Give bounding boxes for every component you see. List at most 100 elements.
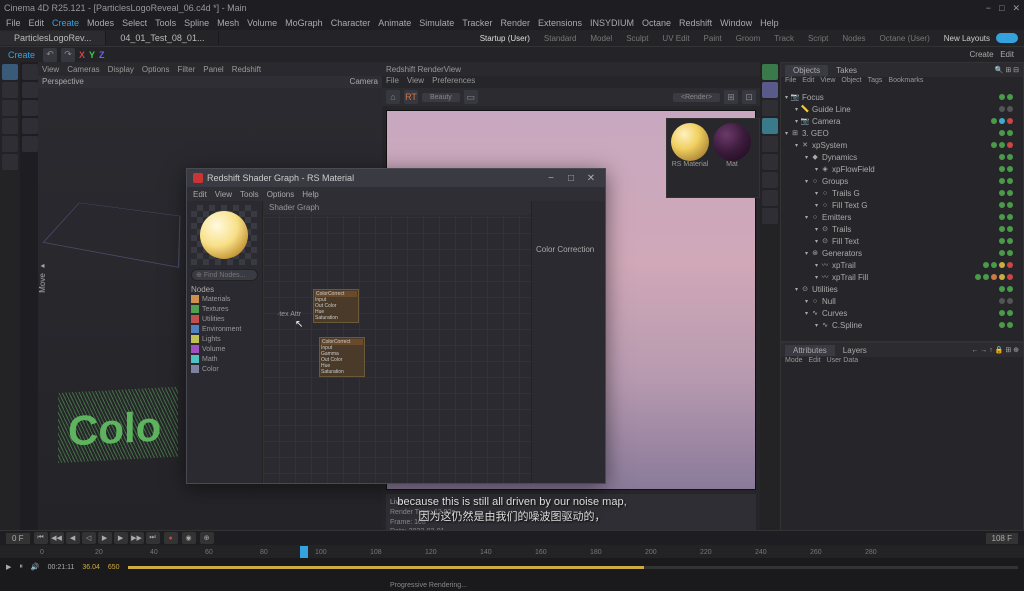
menu-help[interactable]: Help (760, 18, 779, 28)
obj-search-icon[interactable]: 🔍 ⊞ ⊟ (995, 66, 1019, 74)
axis-y-icon[interactable]: Y (89, 50, 95, 60)
tool-b[interactable] (2, 154, 18, 170)
layout-tab[interactable]: Octane (User) (874, 33, 936, 44)
undo-button[interactable]: ↶ (43, 48, 57, 62)
field-icon[interactable] (762, 136, 778, 152)
prev-key-button[interactable]: ◀◀ (50, 532, 64, 544)
deformer-icon[interactable] (762, 154, 778, 170)
doc-tab-active[interactable]: ParticlesLogoRev... (0, 31, 106, 45)
layout-tab[interactable]: Nodes (836, 33, 871, 44)
rv-aov-select[interactable]: Beauty (422, 93, 460, 102)
camera-icon[interactable] (762, 190, 778, 206)
menu-character[interactable]: Character (331, 18, 371, 28)
spline-primitive-icon[interactable] (762, 82, 778, 98)
object-row[interactable]: ▾⊙Utilities (783, 283, 1021, 295)
menu-volume[interactable]: Volume (247, 18, 277, 28)
rv-snap-icon[interactable]: ⊞ (724, 90, 738, 104)
autokey-button[interactable]: ◉ (182, 532, 196, 544)
scale-tool[interactable] (2, 100, 18, 116)
material-preview[interactable] (191, 205, 257, 265)
object-row[interactable]: ▾✕xpSystem (783, 139, 1021, 151)
menu-file[interactable]: File (6, 18, 21, 28)
move-tool[interactable] (2, 82, 18, 98)
object-row[interactable]: ▾○Fill Text G (783, 199, 1021, 211)
layout-tab[interactable]: Model (584, 33, 618, 44)
playhead[interactable] (300, 546, 308, 558)
shader-node-1[interactable]: ColorCorrect InputOut ColorHueSaturation (313, 289, 359, 323)
menu-redshift[interactable]: Redshift (679, 18, 712, 28)
material-ball-2[interactable] (713, 123, 751, 161)
goto-end-button[interactable]: ⏭ (146, 532, 160, 544)
minimize-icon[interactable]: − (986, 3, 991, 14)
material-ball-1[interactable] (671, 123, 709, 161)
generator-icon[interactable] (762, 100, 778, 116)
menu-render[interactable]: Render (500, 18, 530, 28)
object-row[interactable]: ▾📷Camera (783, 115, 1021, 127)
key-pos-button[interactable]: ⊕ (200, 532, 214, 544)
object-row[interactable]: ▾📏Guide Line (783, 103, 1021, 115)
object-row[interactable]: ▾○Emitters (783, 211, 1021, 223)
dialog-close[interactable]: ✕ (583, 171, 599, 185)
node-search-input[interactable]: ⊕ Find Nodes... (191, 269, 258, 281)
menu-edit[interactable]: Edit (29, 18, 45, 28)
play-icon[interactable]: ▶ (6, 563, 11, 571)
menu-window[interactable]: Window (720, 18, 752, 28)
live-select-tool[interactable] (2, 64, 18, 80)
object-row[interactable]: ▾⊙Trails (783, 223, 1021, 235)
takes-tab[interactable]: Takes (828, 65, 865, 76)
attr-icons[interactable]: ← → ↑ 🔒 ⊞ ⊕ (971, 346, 1019, 354)
redo-button[interactable]: ↷ (61, 48, 75, 62)
menu-modes[interactable]: Modes (87, 18, 114, 28)
object-row[interactable]: ▾⊛Generators (783, 247, 1021, 259)
menu-mograph[interactable]: MoGraph (285, 18, 323, 28)
menu-create[interactable]: Create (52, 18, 79, 28)
menu-animate[interactable]: Animate (378, 18, 411, 28)
menu-tools[interactable]: Tools (155, 18, 176, 28)
object-row[interactable]: ▾◆Dynamics (783, 151, 1021, 163)
rotate-tool[interactable] (2, 118, 18, 134)
layout-tab[interactable]: Groom (730, 33, 766, 44)
next-key-button[interactable]: ▶▶ (130, 532, 144, 544)
pause-icon[interactable]: ⏸ (19, 563, 23, 571)
goto-start-button[interactable]: ⏮ (34, 532, 48, 544)
rv-wire-icon[interactable]: ⊡ (742, 90, 756, 104)
menu-simulate[interactable]: Simulate (419, 18, 454, 28)
rv-region-icon[interactable]: ▭ (464, 90, 478, 104)
tool-a[interactable] (2, 136, 18, 152)
menu-octane[interactable]: Octane (642, 18, 671, 28)
object-tree[interactable]: ▾📷Focus▾📏Guide Line▾📷Camera▾⊞3. GEO▾✕xpS… (781, 89, 1023, 333)
object-row[interactable]: ▾○Null (783, 295, 1021, 307)
object-row[interactable]: ▾📷Focus (783, 91, 1021, 103)
point-mode[interactable] (22, 82, 38, 98)
frame-start-input[interactable]: 0 F (6, 533, 30, 544)
shader-node-2[interactable]: ColorCorrect InputGammaOut ColorHueSatur… (319, 337, 365, 377)
cube-primitive-icon[interactable] (762, 64, 778, 80)
rv-rt-button[interactable]: RT (404, 90, 418, 104)
object-row[interactable]: ▾⊞3. GEO (783, 127, 1021, 139)
layout-tab[interactable]: Script (802, 33, 834, 44)
prev-frame-button[interactable]: ◀ (66, 532, 80, 544)
object-row[interactable]: ▾⊙Fill Text (783, 235, 1021, 247)
menu-insydium[interactable]: INSYDIUM (590, 18, 634, 28)
edge-mode[interactable] (22, 100, 38, 116)
object-row[interactable]: ▾∿Curves (783, 307, 1021, 319)
layout-tab[interactable]: Standard (538, 33, 582, 44)
tag-icon[interactable] (762, 208, 778, 224)
layout-tab[interactable]: Startup (User) (474, 33, 536, 44)
rv-camera-select[interactable]: <Render> (673, 93, 720, 102)
menu-select[interactable]: Select (122, 18, 147, 28)
play-button[interactable]: ▶ (98, 532, 112, 544)
object-row[interactable]: ▾〰xpTrail Fill (783, 271, 1021, 283)
doc-tab[interactable]: 04_01_Test_08_01... (106, 31, 219, 45)
light-icon[interactable] (762, 172, 778, 188)
close-icon[interactable]: ✕ (1012, 3, 1020, 14)
object-row[interactable]: ▾◈xpFlowField (783, 163, 1021, 175)
frame-current-input[interactable]: 108 F (986, 533, 1018, 544)
object-row[interactable]: ▾〰xpTrail (783, 259, 1021, 271)
dialog-minimize[interactable]: − (543, 171, 559, 185)
menu-tracker[interactable]: Tracker (462, 18, 492, 28)
text-icon[interactable] (762, 118, 778, 134)
menu-spline[interactable]: Spline (184, 18, 209, 28)
object-row[interactable]: ▾○Groups (783, 175, 1021, 187)
layout-toggle[interactable] (996, 33, 1018, 43)
